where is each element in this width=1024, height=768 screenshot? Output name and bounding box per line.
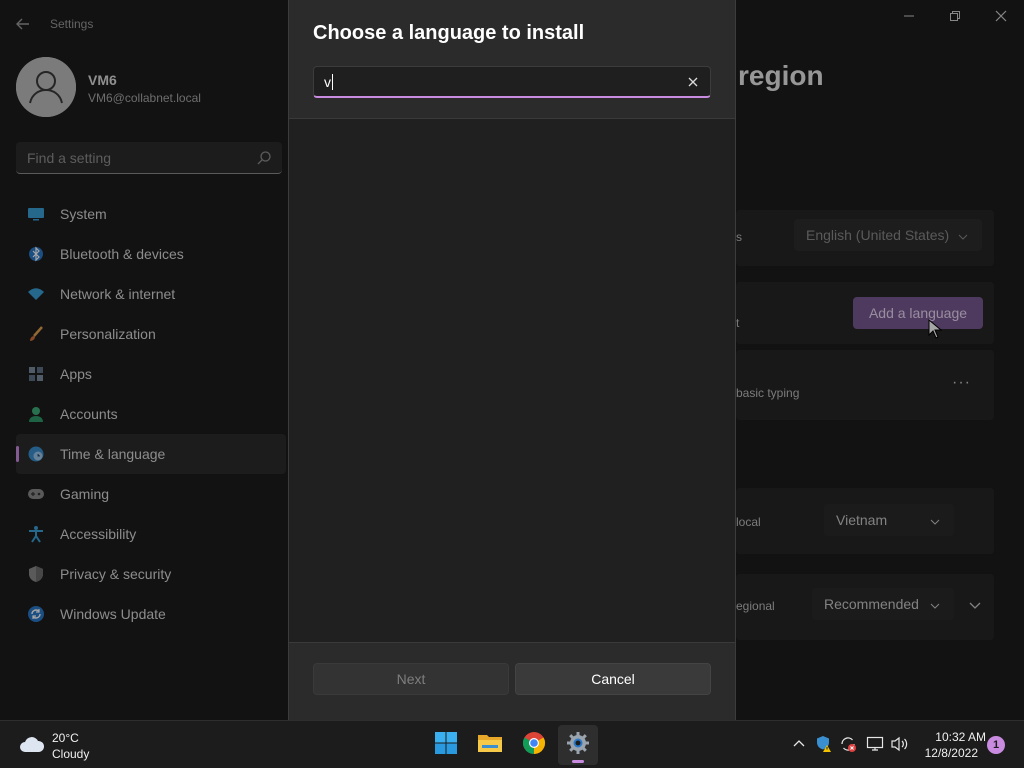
taskbar: 20°C Cloudy 10:32 AM 12/8/2022 1 [0, 720, 1024, 768]
chrome-button[interactable] [514, 725, 554, 765]
language-search-input[interactable]: v [313, 66, 711, 98]
file-explorer-button[interactable] [470, 725, 510, 765]
weather-condition[interactable]: Cloudy [52, 747, 89, 761]
cancel-button[interactable]: Cancel [515, 663, 711, 695]
text-caret [332, 74, 333, 90]
start-icon [434, 731, 458, 760]
start-button[interactable] [426, 725, 466, 765]
next-button[interactable]: Next [313, 663, 509, 695]
network-icon[interactable] [866, 735, 884, 753]
chevron-up-icon[interactable] [790, 735, 808, 753]
weather-temperature[interactable]: 20°C [52, 731, 79, 745]
file-explorer-icon [477, 732, 503, 759]
choose-language-dialog: Choose a language to install v Next Canc… [288, 0, 736, 720]
cloud-icon[interactable] [18, 733, 46, 755]
dialog-footer: Next Cancel [289, 642, 735, 720]
running-indicator [572, 760, 584, 763]
volume-icon[interactable] [891, 735, 909, 753]
settings-icon [566, 731, 590, 760]
dialog-title: Choose a language to install [313, 22, 585, 44]
security-warning-icon[interactable] [815, 735, 833, 753]
clock-time[interactable]: 10:32 AM [914, 730, 986, 744]
clock-date[interactable]: 12/8/2022 [914, 746, 978, 760]
sync-error-icon[interactable] [839, 735, 857, 753]
settings-taskbar-button[interactable] [558, 725, 598, 765]
clear-icon[interactable] [686, 75, 700, 89]
language-search-value: v [324, 74, 333, 90]
language-results-list[interactable] [289, 119, 735, 642]
chrome-icon [522, 731, 546, 760]
notification-badge[interactable]: 1 [987, 736, 1005, 754]
